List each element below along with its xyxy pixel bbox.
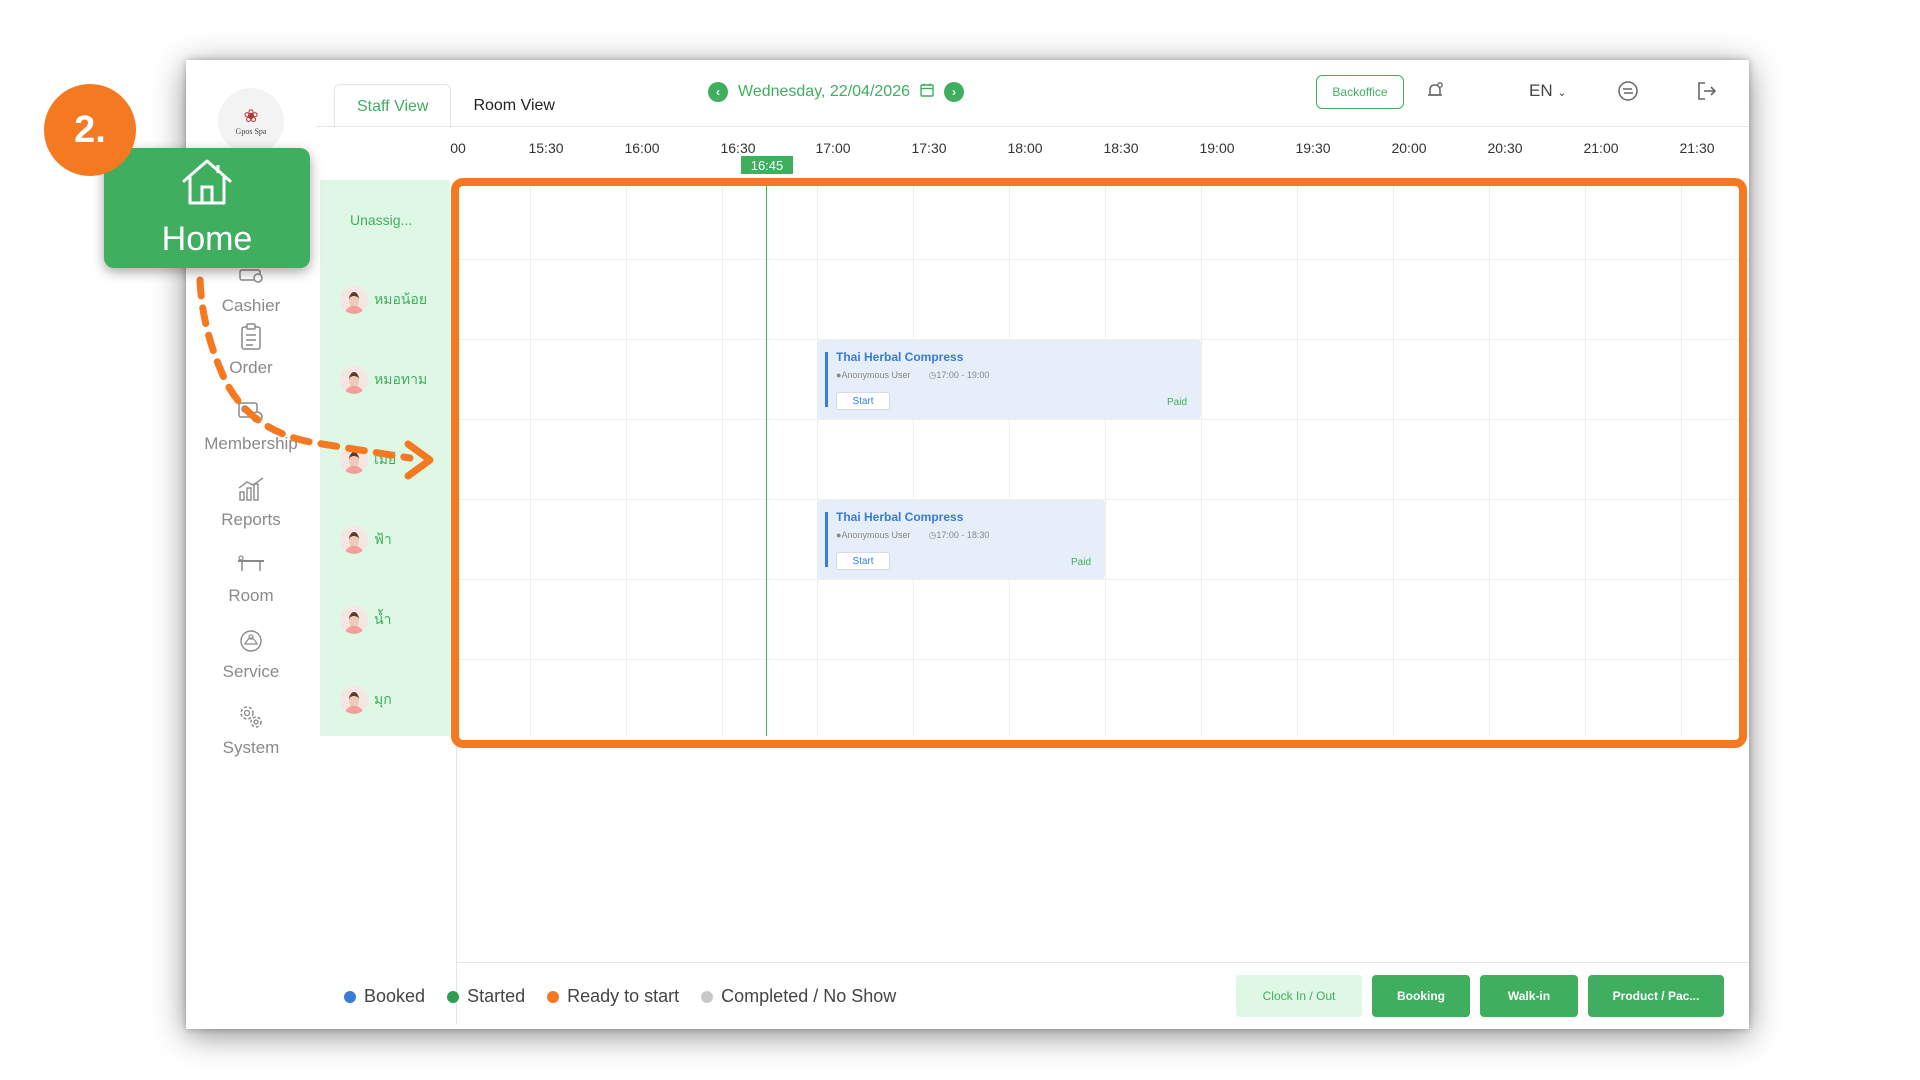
- time-label: 17:00: [815, 140, 851, 156]
- completed-dot-icon: [701, 990, 714, 1003]
- language-value: EN: [1529, 81, 1553, 100]
- time-label: 17:30: [911, 140, 947, 156]
- lotus-logo-icon: ❀: [243, 105, 259, 126]
- brand-logo[interactable]: ❀ Gpos Spa: [218, 88, 284, 154]
- massage-bed-icon: [236, 550, 266, 580]
- status-legend: Booked Started Ready to start Completed …: [344, 986, 896, 1007]
- lotus-icon: [236, 626, 266, 656]
- sidebar-item-room[interactable]: Room: [186, 550, 316, 606]
- ready-dot-icon: [547, 990, 560, 1003]
- time-label: 21:30: [1679, 140, 1715, 156]
- time-header: 00 15:30 16:00 16:30 17:00 17:30 18:00 1…: [450, 140, 1749, 164]
- tab-room-view[interactable]: Room View: [451, 84, 577, 128]
- time-label: 18:00: [1007, 140, 1043, 156]
- screenshot-stage: ❀ Gpos Spa Cashier Order Membership Repo…: [0, 0, 1920, 1080]
- previous-day-button[interactable]: ‹: [708, 82, 728, 102]
- staff-row[interactable]: มุก: [320, 660, 450, 739]
- tutorial-arrow: [196, 276, 434, 480]
- chevron-down-icon: ⌄: [1557, 87, 1567, 99]
- legend-item: Started: [447, 986, 525, 1007]
- sidebar-item-label: Room: [228, 586, 274, 605]
- time-label: 18:30: [1103, 140, 1139, 156]
- bell-icon[interactable]: [1420, 76, 1450, 106]
- sidebar-item-system[interactable]: System: [186, 702, 316, 758]
- started-dot-icon: [447, 990, 460, 1003]
- gears-icon: [236, 702, 266, 732]
- grid-border: [456, 962, 1749, 963]
- staff-row-unassigned[interactable]: Unassig...: [320, 180, 450, 259]
- staff-name: มุก: [374, 690, 392, 707]
- booked-dot-icon: [344, 990, 356, 1003]
- product-package-button[interactable]: Product / Pac...: [1588, 975, 1724, 1017]
- sidebar-item-label: System: [222, 738, 280, 757]
- language-selector[interactable]: EN ⌄: [1529, 81, 1567, 101]
- time-label: 15:30: [528, 140, 564, 156]
- legend-item: Booked: [344, 986, 425, 1007]
- time-label: 20:30: [1487, 140, 1523, 156]
- legend-label: Ready to start: [567, 986, 680, 1006]
- backoffice-button[interactable]: Backoffice: [1316, 75, 1404, 109]
- clock-in-out-button[interactable]: Clock In / Out: [1236, 975, 1362, 1017]
- tab-staff-view[interactable]: Staff View: [334, 84, 452, 128]
- staff-name: น้ำ: [374, 610, 392, 627]
- staff-name: Unassig...: [350, 211, 413, 228]
- current-date[interactable]: Wednesday, 22/04/2026: [738, 83, 910, 101]
- time-label: 19:00: [1199, 140, 1235, 156]
- next-day-button[interactable]: ›: [943, 82, 964, 102]
- legend-label: Completed / No Show: [721, 986, 897, 1006]
- step-number-badge: 2.: [44, 84, 136, 176]
- time-label: 20:00: [1391, 140, 1427, 156]
- sidebar-item-label: Service: [222, 662, 280, 681]
- logo-text: Gpos Spa: [235, 126, 267, 136]
- home-icon: [180, 157, 234, 212]
- date-navigator: ‹ Wednesday, 22/04/2026 ›: [708, 82, 964, 102]
- staff-name: ฟ้า: [374, 530, 392, 547]
- staff-row[interactable]: ฟ้า: [320, 500, 450, 579]
- legend-item: Completed / No Show: [701, 986, 896, 1007]
- walk-in-button[interactable]: Walk-in: [1480, 975, 1578, 1017]
- legend-label: Booked: [364, 986, 426, 1006]
- header-divider: [316, 126, 1749, 127]
- sidebar-item-label: Reports: [221, 510, 281, 529]
- avatar: [340, 685, 368, 714]
- booking-button[interactable]: Booking: [1372, 975, 1470, 1017]
- staff-row[interactable]: น้ำ: [320, 580, 450, 659]
- home-label: Home: [161, 220, 253, 258]
- switch-arrows-icon[interactable]: [1613, 76, 1643, 106]
- calendar-icon[interactable]: [920, 83, 934, 102]
- time-label: 16:30: [720, 140, 756, 156]
- avatar: [340, 525, 368, 554]
- time-label: 00: [450, 140, 466, 156]
- action-buttons: Clock In / Out Booking Walk-in Product /…: [1236, 975, 1724, 1017]
- schedule-highlight-frame: [451, 178, 1747, 748]
- view-tabs: Staff View Room View: [334, 84, 577, 128]
- sidebar-item-service[interactable]: Service: [186, 626, 316, 682]
- avatar: [340, 605, 368, 634]
- time-label: 21:00: [1583, 140, 1619, 156]
- time-label: 16:00: [624, 140, 660, 156]
- home-nav-highlight[interactable]: Home: [104, 148, 310, 268]
- current-time-badge: 16:45: [741, 156, 793, 174]
- time-label: 19:30: [1295, 140, 1331, 156]
- legend-item: Ready to start: [547, 986, 679, 1007]
- logout-icon[interactable]: [1692, 76, 1722, 106]
- legend-label: Started: [467, 986, 526, 1006]
